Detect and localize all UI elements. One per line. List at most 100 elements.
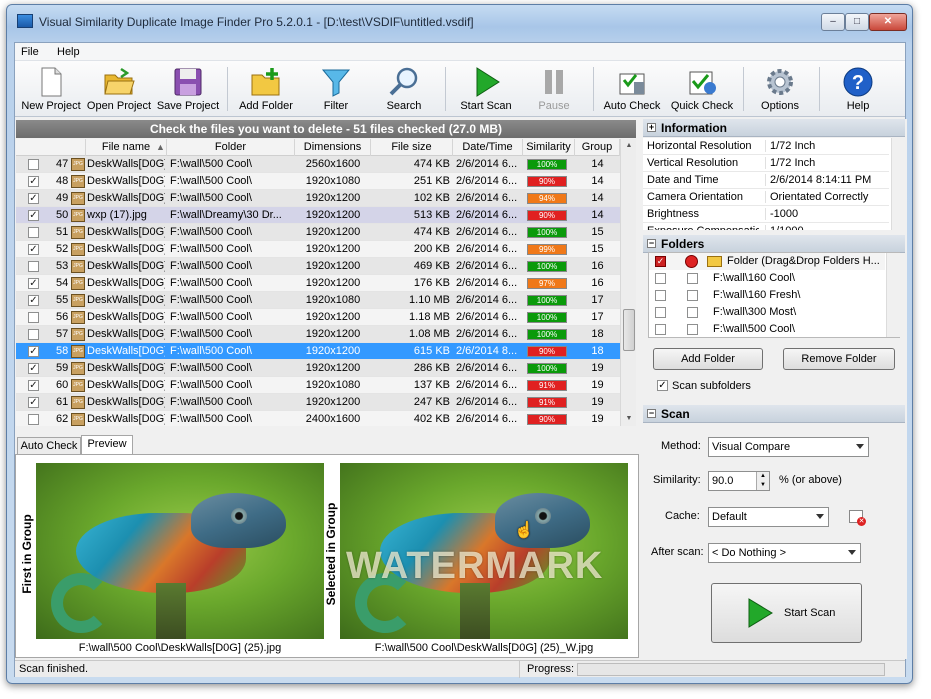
folder-exclude-checkbox[interactable] — [687, 290, 698, 301]
pause-button[interactable]: Pause — [523, 63, 585, 115]
folder-list-scrollbar[interactable] — [886, 253, 900, 337]
after-scan-label: After scan: — [651, 546, 704, 558]
add-folder-button[interactable]: Add Folder — [233, 63, 299, 115]
column-header-file-name[interactable]: File name ▲ — [86, 139, 167, 156]
scroll-thumb[interactable] — [623, 309, 635, 351]
minimize-button[interactable]: – — [821, 13, 845, 31]
close-button[interactable]: ✕ — [869, 13, 907, 31]
row-checkbox[interactable]: ✓ — [28, 363, 39, 374]
table-row[interactable]: 47JPGDeskWalls[D0G] (25).jpg F:\wall\500 … — [16, 156, 620, 173]
save-project-button[interactable]: Save Project — [155, 63, 221, 115]
table-row[interactable]: 53JPGDeskWalls[D0G] (25).jpg F:\wall\500 … — [16, 258, 620, 275]
table-row[interactable]: 56JPGDeskWalls[D0G] (25).jpg F:\wall\500 … — [16, 309, 620, 326]
table-row[interactable]: ✓ 59JPGDeskWalls[D0G] (25).jpg F:\wall\500… — [16, 360, 620, 377]
row-checkbox[interactable]: ✓ — [28, 176, 39, 187]
table-row[interactable]: ✓ 61JPGDeskWalls[D0G] (25).jpg F:\wall\500… — [16, 394, 620, 411]
folder-item[interactable]: F:\wall\160 Fresh\ — [649, 287, 885, 304]
folder-include-checkbox[interactable] — [655, 290, 666, 301]
exclude-icon[interactable] — [685, 255, 698, 268]
folder-item[interactable]: F:\wall\300 Most\ — [649, 304, 885, 321]
cache-select[interactable]: Default — [708, 507, 829, 527]
scan-section-header[interactable]: − Scan — [643, 405, 905, 423]
help-button[interactable]: ? Help — [827, 63, 889, 115]
maximize-button[interactable]: □ — [845, 13, 869, 31]
row-checkbox[interactable]: ✓ — [28, 244, 39, 255]
table-row[interactable]: ✓ 58JPGDeskWalls[D0G] (25).jpg F:\wall\500… — [16, 343, 620, 360]
row-checkbox[interactable]: ✓ — [28, 397, 39, 408]
row-checkbox[interactable] — [28, 227, 39, 238]
folders-section-header[interactable]: − Folders — [643, 235, 905, 253]
row-checkbox[interactable]: ✓ — [28, 278, 39, 289]
row-checkbox[interactable]: ✓ — [28, 210, 39, 221]
column-header-file-size[interactable]: File size — [371, 139, 453, 156]
start-scan-toolbar-button[interactable]: Start Scan — [451, 63, 521, 115]
check-all-icon[interactable]: ✓ — [655, 256, 666, 267]
table-row[interactable]: ✓ 60JPGDeskWalls[D0G] (25).jpg F:\wall\500… — [16, 377, 620, 394]
add-folder-panel-button[interactable]: Add Folder — [653, 348, 763, 370]
table-row[interactable]: 51JPGDeskWalls[D0G] (25).jpg F:\wall\500 … — [16, 224, 620, 241]
scroll-down-arrow-icon[interactable]: ▼ — [621, 412, 637, 426]
column-header-group[interactable]: Group — [575, 139, 620, 156]
info-scrollbar[interactable] — [891, 138, 905, 230]
information-section-header[interactable]: + Information — [643, 119, 905, 137]
first-image[interactable] — [36, 463, 324, 639]
table-row[interactable]: ✓ 52JPGDeskWalls[D0G] (25).jpg F:\wall\500… — [16, 241, 620, 258]
table-row[interactable]: ✓ 55JPGDeskWalls[D0G] (25).jpg F:\wall\500… — [16, 292, 620, 309]
column-header-similarity[interactable]: Similarity — [523, 139, 575, 156]
after-scan-select[interactable]: < Do Nothing > — [708, 543, 861, 563]
tab-auto-check[interactable]: Auto Check — [17, 437, 81, 455]
collapse-icon[interactable]: − — [647, 239, 656, 248]
new-project-button[interactable]: New Project — [19, 63, 83, 115]
row-checkbox[interactable] — [28, 159, 39, 170]
open-project-button[interactable]: Open Project — [85, 63, 153, 115]
row-checkbox[interactable] — [28, 414, 39, 425]
table-row[interactable]: ✓ 50 JPG wxp (17).jpg F:\wall\Dreamy\30 Dr..… — [16, 207, 620, 224]
row-checkbox[interactable]: ✓ — [28, 346, 39, 357]
table-row[interactable]: 62JPGDeskWalls[D0G] (25).jpg F:\wall\500 … — [16, 411, 620, 426]
tab-preview[interactable]: Preview — [81, 435, 133, 455]
row-checkbox[interactable] — [28, 261, 39, 272]
row-checkbox[interactable] — [28, 312, 39, 323]
folder-item[interactable]: F:\wall\160 Cool\ — [649, 270, 885, 287]
row-checkbox[interactable] — [28, 329, 39, 340]
column-header-folder[interactable]: Folder — [167, 139, 295, 156]
method-select[interactable]: Visual Compare — [708, 437, 869, 457]
table-row[interactable]: 57JPGDeskWalls[D0G] (25).jpg F:\wall\500 … — [16, 326, 620, 343]
row-checkbox[interactable]: ✓ — [28, 380, 39, 391]
similarity-input[interactable]: 90.0 ▲ ▼ — [708, 471, 770, 491]
remove-folder-button[interactable]: Remove Folder — [783, 348, 895, 370]
menu-help[interactable]: Help — [57, 46, 80, 58]
search-button[interactable]: Search — [373, 63, 435, 115]
filter-button[interactable]: Filter — [305, 63, 367, 115]
options-button[interactable]: Options — [749, 63, 811, 115]
folder-exclude-checkbox[interactable] — [687, 307, 698, 318]
column-header-dimensions[interactable]: Dimensions — [295, 139, 371, 156]
table-row[interactable]: ✓ 54JPGDeskWalls[D0G] (25).jpg F:\wall\500… — [16, 275, 620, 292]
collapse-icon[interactable]: + — [647, 123, 656, 132]
quick-check-button[interactable]: Quick Check — [669, 63, 735, 115]
column-header-check[interactable] — [16, 139, 86, 156]
collapse-icon[interactable]: − — [647, 409, 656, 418]
row-checkbox[interactable]: ✓ — [28, 295, 39, 306]
folder-include-checkbox[interactable] — [655, 324, 666, 335]
scan-subfolders-checkbox[interactable]: ✓ — [657, 380, 668, 391]
spinner-arrows-icon[interactable]: ▲ ▼ — [756, 472, 769, 490]
folder-include-checkbox[interactable] — [655, 273, 666, 284]
start-scan-button[interactable]: Start Scan — [711, 583, 862, 643]
auto-check-button[interactable]: Auto Check — [599, 63, 665, 115]
scroll-up-arrow-icon[interactable]: ▲ — [621, 139, 637, 153]
folder-exclude-checkbox[interactable] — [687, 324, 698, 335]
folder-exclude-checkbox[interactable] — [687, 273, 698, 284]
menu-file[interactable]: File — [21, 46, 39, 58]
column-header-date-time[interactable]: Date/Time — [453, 139, 523, 156]
table-row[interactable]: ✓ 48JPGDeskWalls[D0G] (25).jpg F:\wall\500… — [16, 173, 620, 190]
clear-cache-icon[interactable]: ✕ — [849, 510, 866, 526]
floppy-disk-icon — [174, 68, 202, 96]
title-bar[interactable]: Visual Similarity Duplicate Image Finder… — [7, 5, 912, 35]
table-row[interactable]: ✓ 49JPGDeskWalls[D0G] (25).jpg F:\wall\500… — [16, 190, 620, 207]
folder-item[interactable]: F:\wall\500 Cool\ — [649, 321, 885, 337]
folder-include-checkbox[interactable] — [655, 307, 666, 318]
grid-vertical-scrollbar[interactable]: ▲ ▼ — [620, 139, 636, 426]
row-checkbox[interactable]: ✓ — [28, 193, 39, 204]
selected-image[interactable]: WATERMARK ☝ — [340, 463, 628, 639]
